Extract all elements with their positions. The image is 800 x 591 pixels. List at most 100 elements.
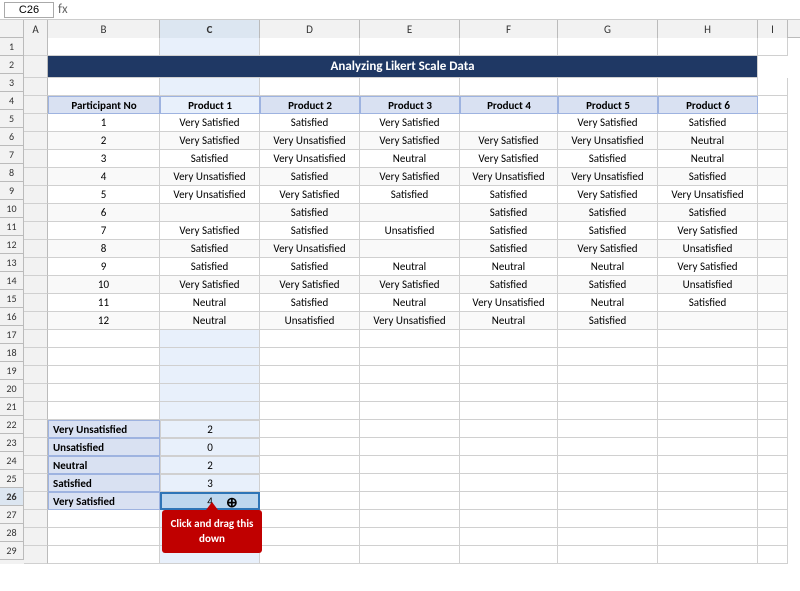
row-num-28[interactable]: 28 xyxy=(0,524,24,542)
cell-28-6[interactable] xyxy=(558,528,658,546)
cell-27-5[interactable] xyxy=(460,510,558,528)
cell-26-7[interactable] xyxy=(658,492,758,510)
cell-15-3[interactable]: Satisfied xyxy=(260,294,360,312)
cell-17-2[interactable] xyxy=(160,330,260,348)
row-num-11[interactable]: 11 xyxy=(0,218,24,236)
cell-9-7[interactable]: Very Unsatisfied xyxy=(658,186,758,204)
cell-14-0[interactable] xyxy=(24,276,48,294)
cell-18-3[interactable] xyxy=(260,348,360,366)
cell-17-8[interactable] xyxy=(758,330,788,348)
cell-12-8[interactable] xyxy=(758,240,788,258)
cell-21-6[interactable] xyxy=(558,402,658,420)
cell-22-5[interactable] xyxy=(460,420,558,438)
col-header-G[interactable]: G xyxy=(558,20,658,38)
cell-9-5[interactable]: Satisfied xyxy=(460,186,558,204)
cell-27-6[interactable] xyxy=(558,510,658,528)
cell-29-7[interactable] xyxy=(658,546,758,564)
cell-18-2[interactable] xyxy=(160,348,260,366)
row-num-3[interactable]: 3 xyxy=(0,74,24,92)
cell-8-2[interactable]: Very Unsatisfied xyxy=(160,168,260,186)
row-num-4[interactable]: 4 xyxy=(0,92,24,110)
cell-3A[interactable] xyxy=(24,78,48,96)
cell-13-2[interactable]: Satisfied xyxy=(160,258,260,276)
cell-23-7[interactable] xyxy=(658,438,758,456)
cell-1E[interactable] xyxy=(360,38,460,56)
cell-17-0[interactable] xyxy=(24,330,48,348)
cell-1D[interactable] xyxy=(260,38,360,56)
cell-20-0[interactable] xyxy=(24,384,48,402)
cell-5-7[interactable]: Satisfied xyxy=(658,114,758,132)
row-num-5[interactable]: 5 xyxy=(0,110,24,128)
cell-20-1[interactable] xyxy=(48,384,160,402)
cell-27-4[interactable] xyxy=(360,510,460,528)
cell-11-5[interactable]: Satisfied xyxy=(460,222,558,240)
row-num-25[interactable]: 25 xyxy=(0,470,24,488)
cell-23-A[interactable] xyxy=(24,438,48,456)
cell-28-1[interactable] xyxy=(48,528,160,546)
cell-25-A[interactable] xyxy=(24,474,48,492)
cell-1B[interactable] xyxy=(48,38,160,56)
cell-7-6[interactable]: Satisfied xyxy=(558,150,658,168)
cell-14-2[interactable]: Very Satisfied xyxy=(160,276,260,294)
cell-7-0[interactable] xyxy=(24,150,48,168)
cell-5-4[interactable]: Very Satisfied xyxy=(360,114,460,132)
cell-10-6[interactable]: Satisfied xyxy=(558,204,658,222)
cell-6-7[interactable]: Neutral xyxy=(658,132,758,150)
cell-3B[interactable] xyxy=(48,78,160,96)
cell-6-6[interactable]: Very Unsatisfied xyxy=(558,132,658,150)
cell-23-6[interactable] xyxy=(558,438,658,456)
cell-9-8[interactable] xyxy=(758,186,788,204)
cell-18-6[interactable] xyxy=(558,348,658,366)
summary-value-1[interactable]: 0 xyxy=(160,438,260,456)
cell-5-2[interactable]: Very Satisfied xyxy=(160,114,260,132)
cell-17-4[interactable] xyxy=(360,330,460,348)
row-num-17[interactable]: 17 xyxy=(0,326,24,344)
cell-11-6[interactable]: Satisfied xyxy=(558,222,658,240)
cell-22-3[interactable] xyxy=(260,420,360,438)
cell-8-7[interactable]: Satisfied xyxy=(658,168,758,186)
row-num-6[interactable]: 6 xyxy=(0,128,24,146)
summary-value-2[interactable]: 2 xyxy=(160,456,260,474)
cell-12-2[interactable]: Satisfied xyxy=(160,240,260,258)
cell-6-4[interactable]: Very Satisfied xyxy=(360,132,460,150)
cell-7-4[interactable]: Neutral xyxy=(360,150,460,168)
cell-6-8[interactable] xyxy=(758,132,788,150)
cell-29-5[interactable] xyxy=(460,546,558,564)
col-header-D[interactable]: D xyxy=(260,20,360,38)
cell-12-3[interactable]: Very Unsatisfied xyxy=(260,240,360,258)
cell-22-6[interactable] xyxy=(558,420,658,438)
cell-2A[interactable] xyxy=(24,56,48,78)
cell-28-3[interactable] xyxy=(260,528,360,546)
cell-13-3[interactable]: Satisfied xyxy=(260,258,360,276)
col-header-I[interactable]: I xyxy=(758,20,788,38)
cell-19-0[interactable] xyxy=(24,366,48,384)
cell-11-4[interactable]: Unsatisfied xyxy=(360,222,460,240)
cell-3C[interactable] xyxy=(160,78,260,96)
cell-18-1[interactable] xyxy=(48,348,160,366)
row-num-8[interactable]: 8 xyxy=(0,164,24,182)
cell-1F[interactable] xyxy=(460,38,558,56)
cell-16-3[interactable]: Unsatisfied xyxy=(260,312,360,330)
col-header-B[interactable]: B xyxy=(48,20,160,38)
cell-5-6[interactable]: Very Satisfied xyxy=(558,114,658,132)
cell-8-6[interactable]: Very Unsatisfied xyxy=(558,168,658,186)
cell-10-2[interactable] xyxy=(160,204,260,222)
cell-26-5[interactable] xyxy=(460,492,558,510)
cell-9-6[interactable]: Very Satisfied xyxy=(558,186,658,204)
cell-13-5[interactable]: Neutral xyxy=(460,258,558,276)
cell-15-8[interactable] xyxy=(758,294,788,312)
cell-6-2[interactable]: Very Satisfied xyxy=(160,132,260,150)
cell-28-8[interactable] xyxy=(758,528,788,546)
cell-7-1[interactable]: 3 xyxy=(48,150,160,168)
cell-25-5[interactable] xyxy=(460,474,558,492)
cell-26-8[interactable] xyxy=(758,492,788,510)
cell-6-5[interactable]: Very Satisfied xyxy=(460,132,558,150)
cell-8-8[interactable] xyxy=(758,168,788,186)
cell-24-4[interactable] xyxy=(360,456,460,474)
cell-15-2[interactable]: Neutral xyxy=(160,294,260,312)
cell-4A[interactable] xyxy=(24,96,48,114)
col-header-F[interactable]: F xyxy=(460,20,558,38)
row-num-26[interactable]: 26 xyxy=(0,488,24,506)
cell-10-0[interactable] xyxy=(24,204,48,222)
cell-3I[interactable] xyxy=(758,78,788,96)
